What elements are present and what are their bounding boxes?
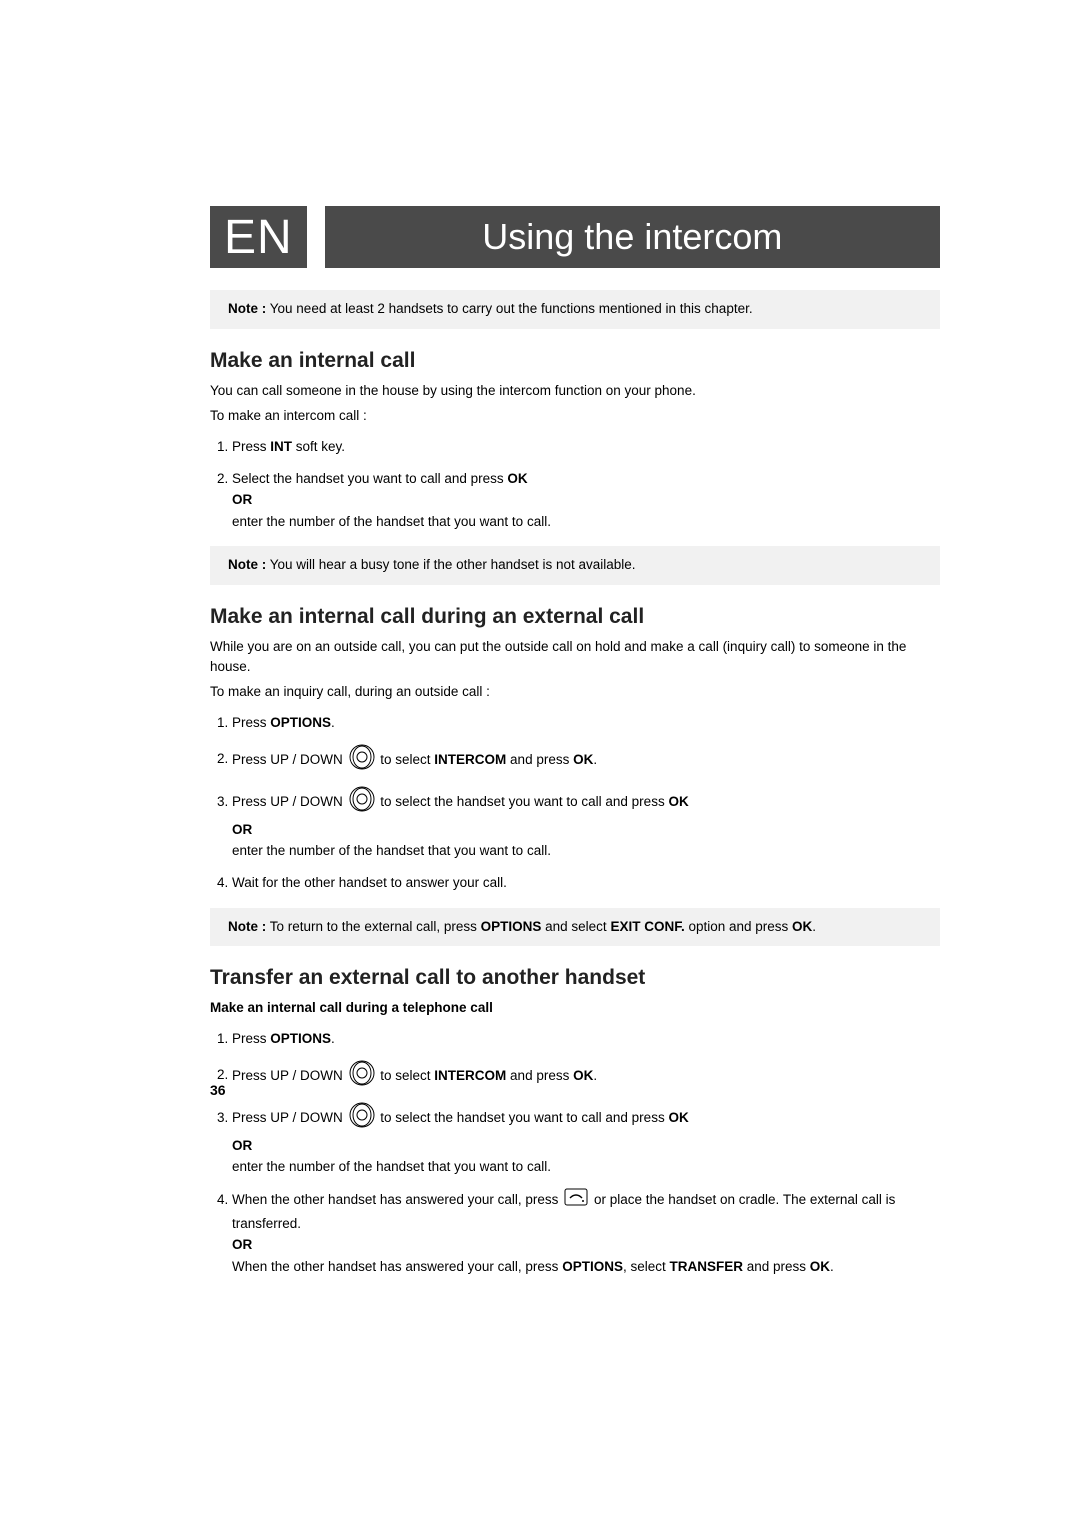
hangup-key-icon: [564, 1188, 588, 1213]
list-item: Press UP / DOWN to select INTERCOM and p…: [232, 744, 940, 777]
text: enter the number of the handset that you…: [232, 843, 551, 858]
list-item: Press UP / DOWN to select the handset yo…: [232, 1102, 940, 1178]
text: enter the number of the handset that you…: [232, 1159, 551, 1174]
nav-circle-icon: [349, 744, 375, 777]
page-number: 36: [210, 1082, 226, 1098]
note-box-3: Note : To return to the external call, p…: [210, 908, 940, 947]
section-heading-2: Make an internal call during an external…: [210, 605, 940, 629]
text: to select the handset you want to call a…: [377, 1110, 669, 1125]
key-label: OPTIONS: [270, 1031, 331, 1046]
key-label: TRANSFER: [669, 1259, 743, 1274]
text: option and press: [685, 919, 792, 934]
language-badge: EN: [210, 206, 307, 268]
note-label: Note :: [228, 919, 266, 934]
note-box-2: Note : You will hear a busy tone if the …: [210, 546, 940, 585]
steps-list-1: Press INT soft key. Select the handset y…: [210, 436, 940, 532]
key-label: OK: [810, 1259, 830, 1274]
note-label: Note :: [228, 301, 266, 316]
list-item: Press UP / DOWN to select the handset yo…: [232, 786, 940, 862]
text: to select: [377, 751, 435, 766]
steps-list-2: Press OPTIONS. Press UP / DOWN to select…: [210, 712, 940, 894]
list-item: Press INT soft key.: [232, 436, 940, 458]
note-text: You will hear a busy tone if the other h…: [270, 557, 636, 572]
note-text: You need at least 2 handsets to carry ou…: [270, 301, 753, 316]
text: , select: [623, 1259, 670, 1274]
list-item: Press OPTIONS.: [232, 712, 940, 734]
list-item: Press OPTIONS.: [232, 1028, 940, 1050]
key-label: OK: [668, 794, 688, 809]
text: When the other handset has answered your…: [232, 1192, 562, 1207]
text: When the other handset has answered your…: [232, 1259, 562, 1274]
key-label: OK: [507, 471, 527, 486]
text: and press: [506, 1067, 573, 1082]
text: Press UP / DOWN: [232, 751, 347, 766]
nav-circle-icon: [349, 1060, 375, 1093]
key-label: OK: [573, 1067, 593, 1082]
text: Press UP / DOWN: [232, 1067, 347, 1082]
key-label: EXIT CONF.: [610, 919, 684, 934]
text: .: [593, 1067, 597, 1082]
steps-list-3: Press OPTIONS. Press UP / DOWN to select…: [210, 1028, 940, 1277]
paragraph: While you are on an outside call, you ca…: [210, 637, 940, 676]
text: to select the handset you want to call a…: [377, 794, 669, 809]
or-label: OR: [232, 1237, 252, 1252]
text: and select: [541, 919, 610, 934]
text: Press UP / DOWN: [232, 1110, 347, 1125]
or-label: OR: [232, 1138, 252, 1153]
section-heading-1: Make an internal call: [210, 349, 940, 373]
key-label: INT: [270, 439, 292, 454]
paragraph: You can call someone in the house by usi…: [210, 381, 940, 401]
text: to select: [377, 1067, 435, 1082]
text: .: [593, 751, 597, 766]
paragraph: To make an inquiry call, during an outsi…: [210, 682, 940, 702]
text: enter the number of the handset that you…: [232, 514, 551, 529]
text: Press: [232, 439, 270, 454]
text: and press: [506, 751, 573, 766]
key-label: OPTIONS: [270, 715, 331, 730]
text: .: [830, 1259, 834, 1274]
text: Press: [232, 715, 270, 730]
text: .: [812, 919, 816, 934]
key-label: OK: [792, 919, 812, 934]
key-label: INTERCOM: [434, 751, 506, 766]
section-heading-3: Transfer an external call to another han…: [210, 966, 940, 990]
text: .: [331, 715, 335, 730]
document-page: EN Using the intercom Note : You need at…: [0, 0, 1080, 1528]
key-label: OPTIONS: [562, 1259, 623, 1274]
text: Press: [232, 1031, 270, 1046]
or-label: OR: [232, 492, 252, 507]
page-title: Using the intercom: [325, 206, 940, 268]
list-item: When the other handset has answered your…: [232, 1188, 940, 1277]
text: and press: [743, 1259, 810, 1274]
nav-circle-icon: [349, 1102, 375, 1135]
note-box-1: Note : You need at least 2 handsets to c…: [210, 290, 940, 329]
text: To return to the external call, press: [270, 919, 481, 934]
key-label: OK: [573, 751, 593, 766]
key-label: OPTIONS: [481, 919, 542, 934]
nav-circle-icon: [349, 786, 375, 819]
list-item: Select the handset you want to call and …: [232, 468, 940, 533]
key-label: INTERCOM: [434, 1067, 506, 1082]
list-item: Press UP / DOWN to select INTERCOM and p…: [232, 1060, 940, 1093]
note-label: Note :: [228, 557, 266, 572]
paragraph: To make an intercom call :: [210, 406, 940, 426]
text: Press UP / DOWN: [232, 794, 347, 809]
subheading: Make an internal call during a telephone…: [210, 998, 940, 1018]
key-label: OK: [668, 1110, 688, 1125]
or-label: OR: [232, 822, 252, 837]
page-header: EN Using the intercom: [210, 206, 940, 268]
text: soft key.: [292, 439, 345, 454]
list-item: Wait for the other handset to answer you…: [232, 872, 940, 894]
text: Select the handset you want to call and …: [232, 471, 507, 486]
text: .: [331, 1031, 335, 1046]
